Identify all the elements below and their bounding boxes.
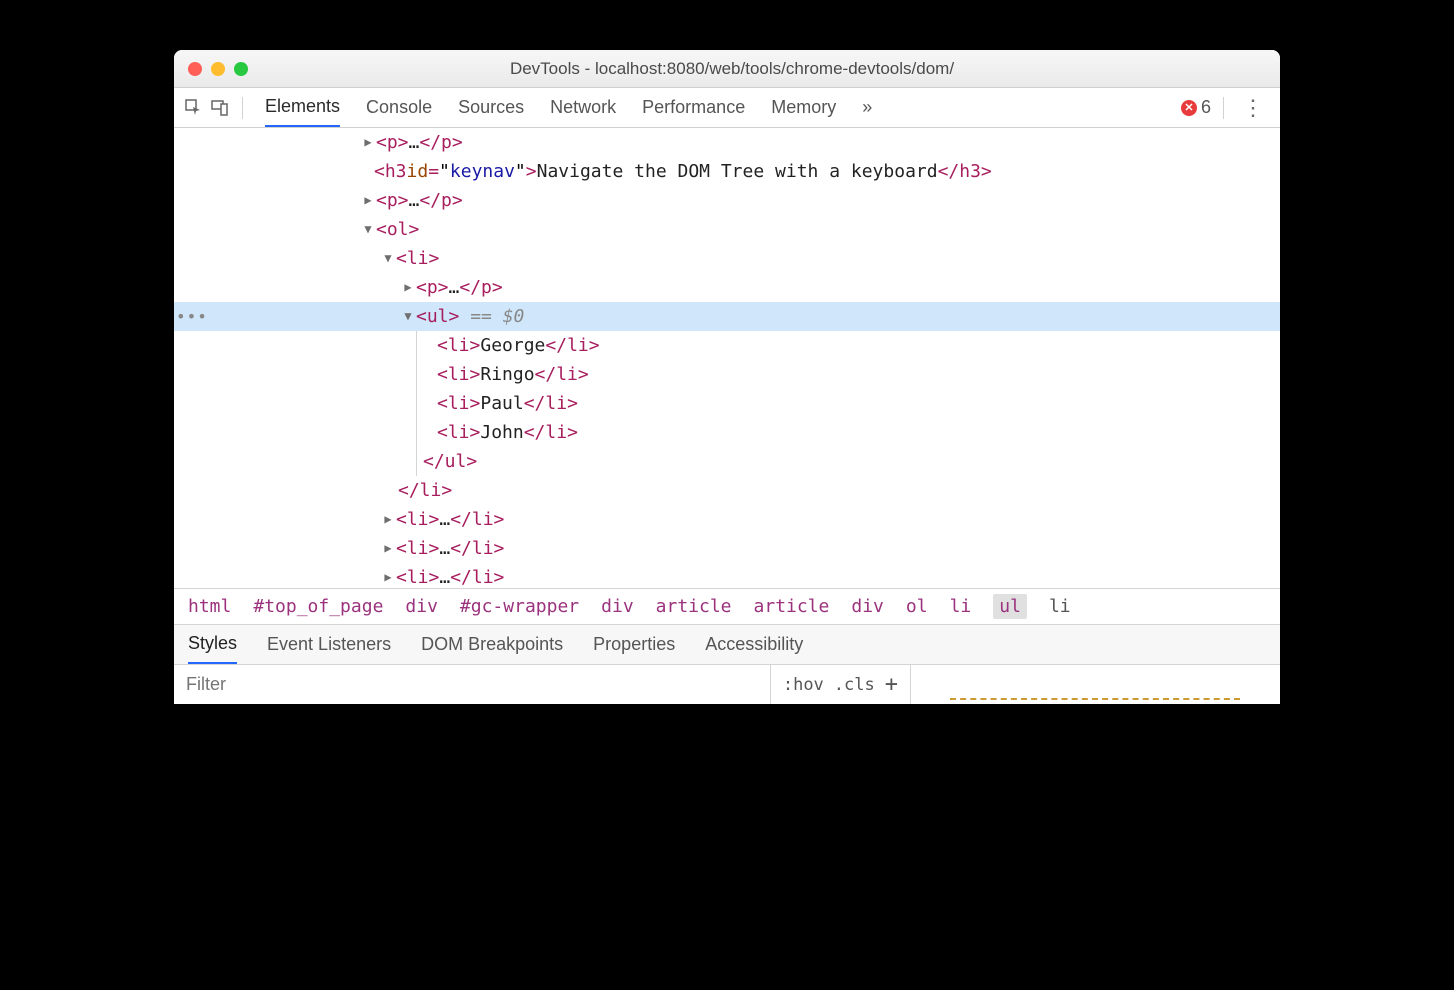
crumb[interactable]: article (754, 596, 830, 617)
cls-toggle[interactable]: .cls (834, 675, 875, 695)
breadcrumbs: html #top_of_page div #gc-wrapper div ar… (174, 588, 1280, 624)
panel-tabs: Elements Console Sources Network Perform… (265, 88, 872, 127)
tab-console[interactable]: Console (366, 88, 432, 127)
dom-tree[interactable]: ▶<p>…</p> <h3 id="keynav">Navigate the D… (174, 128, 1280, 588)
tree-row[interactable]: <li>Ringo</li> (174, 360, 1280, 389)
subtab-accessibility[interactable]: Accessibility (705, 625, 803, 664)
tree-row[interactable]: ▶<p>…</p> (174, 186, 1280, 215)
box-model-hint (950, 698, 1240, 702)
filter-input[interactable] (174, 665, 770, 704)
subtab-styles[interactable]: Styles (188, 625, 237, 664)
tree-row[interactable]: ▶<li>…</li> (174, 505, 1280, 534)
minimize-icon[interactable] (211, 62, 225, 76)
crumb[interactable]: article (656, 596, 732, 617)
crumb-current[interactable]: ul (993, 594, 1027, 619)
error-icon: ✕ (1181, 100, 1197, 116)
crumb[interactable]: div (601, 596, 634, 617)
crumb[interactable]: #top_of_page (253, 596, 383, 617)
new-rule-icon[interactable]: + (885, 672, 898, 697)
tab-overflow[interactable]: » (862, 88, 872, 127)
tree-row[interactable]: ▼<ol> (174, 215, 1280, 244)
inspect-element-icon[interactable] (184, 98, 204, 118)
tree-row-selected[interactable]: ••• ▼<ul> == $0 (174, 302, 1280, 331)
tree-row[interactable]: <li>George</li> (174, 331, 1280, 360)
styles-right-pane (910, 665, 1280, 704)
subtab-event-listeners[interactable]: Event Listeners (267, 625, 391, 664)
subtab-dom-breakpoints[interactable]: DOM Breakpoints (421, 625, 563, 664)
tree-row[interactable]: </li> (174, 476, 1280, 505)
separator (1223, 97, 1224, 119)
crumb[interactable]: #gc-wrapper (460, 596, 579, 617)
devtools-window: DevTools - localhost:8080/web/tools/chro… (174, 50, 1280, 704)
crumb[interactable]: div (405, 596, 438, 617)
tab-network[interactable]: Network (550, 88, 616, 127)
tab-performance[interactable]: Performance (642, 88, 745, 127)
tree-row[interactable]: ▶<li>…</li> (174, 534, 1280, 563)
crumb[interactable]: div (851, 596, 884, 617)
error-count: 6 (1201, 97, 1211, 118)
traffic-lights (188, 62, 248, 76)
hov-toggle[interactable]: :hov (783, 675, 824, 695)
tree-row[interactable]: ▶<li>…</li> (174, 563, 1280, 588)
crumb[interactable]: html (188, 596, 231, 617)
kebab-menu-icon[interactable]: ⋮ (1236, 95, 1270, 121)
device-toggle-icon[interactable] (210, 98, 230, 118)
tree-row[interactable]: <li>Paul</li> (174, 389, 1280, 418)
zoom-icon[interactable] (234, 62, 248, 76)
window-title: DevTools - localhost:8080/web/tools/chro… (258, 59, 1206, 79)
tab-sources[interactable]: Sources (458, 88, 524, 127)
tab-elements[interactable]: Elements (265, 88, 340, 127)
error-badge[interactable]: ✕ 6 (1181, 97, 1211, 118)
tree-row[interactable]: <li>John</li> (174, 418, 1280, 447)
subtab-properties[interactable]: Properties (593, 625, 675, 664)
tree-row[interactable]: </ul> (174, 447, 1280, 476)
filter-buttons: :hov .cls + (770, 665, 910, 704)
styles-tabs: Styles Event Listeners DOM Breakpoints P… (174, 624, 1280, 664)
tree-row[interactable]: <h3 id="keynav">Navigate the DOM Tree wi… (174, 157, 1280, 186)
tab-memory[interactable]: Memory (771, 88, 836, 127)
titlebar: DevTools - localhost:8080/web/tools/chro… (174, 50, 1280, 88)
tree-row[interactable]: ▶<p>…</p> (174, 273, 1280, 302)
close-icon[interactable] (188, 62, 202, 76)
crumb[interactable]: ol (906, 596, 928, 617)
tree-row[interactable]: ▼<li> (174, 244, 1280, 273)
tree-row[interactable]: ▶<p>…</p> (174, 128, 1280, 157)
main-toolbar: Elements Console Sources Network Perform… (174, 88, 1280, 128)
crumb[interactable]: li (1049, 596, 1071, 617)
filter-bar: :hov .cls + (174, 664, 1280, 704)
separator (242, 97, 243, 119)
crumb[interactable]: li (950, 596, 972, 617)
